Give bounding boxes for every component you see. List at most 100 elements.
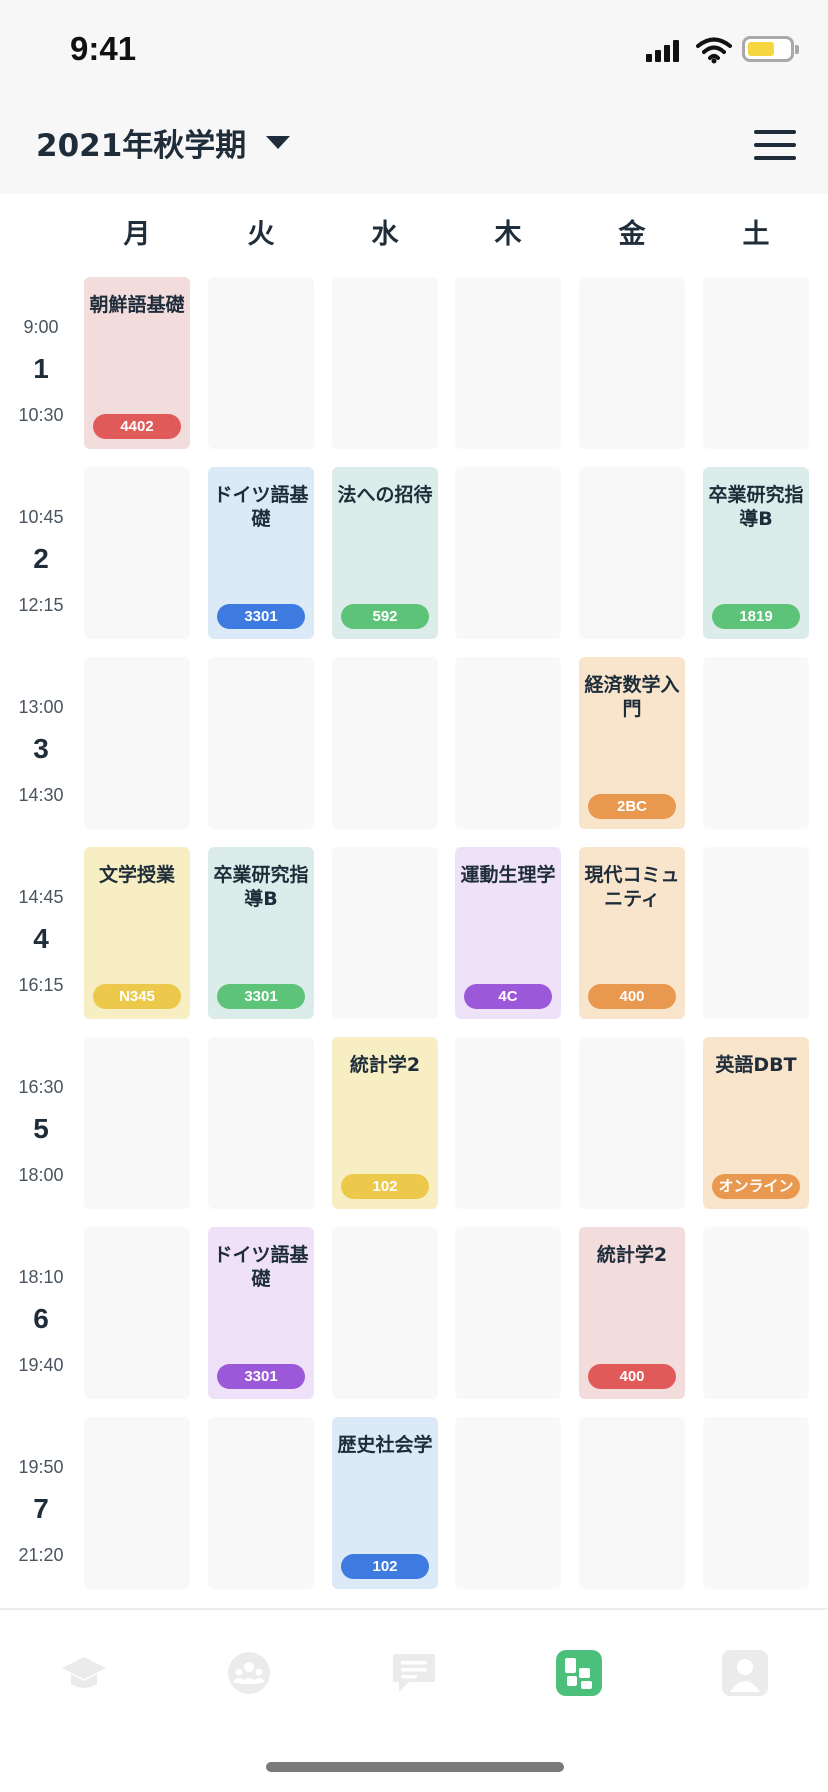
- home-indicator: [266, 1762, 564, 1772]
- period-start-time: 16:30: [18, 1077, 64, 1097]
- graduation-cap-icon[interactable]: [61, 1650, 107, 1696]
- term-selector[interactable]: 2021年秋学期: [36, 119, 291, 165]
- empty-slot[interactable]: [84, 1417, 190, 1589]
- empty-slot[interactable]: [703, 1227, 809, 1399]
- course-card[interactable]: 統計学2 102: [332, 1037, 438, 1209]
- empty-slot[interactable]: [208, 1417, 314, 1589]
- room-badge: 102: [341, 1554, 429, 1579]
- empty-slot[interactable]: [703, 657, 809, 829]
- course-name: 卒業研究指導B: [213, 864, 309, 910]
- room-badge: 2BC: [588, 794, 676, 819]
- empty-slot[interactable]: [455, 1417, 561, 1589]
- room-badge: 4402: [93, 414, 181, 439]
- empty-slot[interactable]: [579, 1037, 685, 1209]
- empty-slot[interactable]: [208, 1037, 314, 1209]
- course-card[interactable]: 朝鮮語基礎 4402: [84, 277, 190, 449]
- course-card[interactable]: 英語DBT オンライン: [703, 1037, 809, 1209]
- period-end-time: 21:20: [18, 1545, 64, 1565]
- course-card[interactable]: ドイツ語基礎 3301: [208, 467, 314, 639]
- course-name: 経済数学入門: [584, 674, 680, 720]
- period-end-time: 10:30: [18, 405, 64, 425]
- day-header: 木: [494, 219, 522, 250]
- room-badge: 3301: [217, 984, 305, 1009]
- period-start-time: 14:45: [18, 887, 64, 907]
- empty-slot[interactable]: [455, 1227, 561, 1399]
- chat-icon[interactable]: [391, 1650, 437, 1696]
- period-number: 6: [33, 1303, 49, 1334]
- course-card[interactable]: 経済数学入門 2BC: [579, 657, 685, 829]
- timetable-icon[interactable]: [556, 1650, 602, 1696]
- empty-slot[interactable]: [84, 1227, 190, 1399]
- room-badge: 1819: [712, 604, 800, 629]
- room-badge: 592: [341, 604, 429, 629]
- menu-icon[interactable]: [754, 130, 796, 160]
- empty-slot[interactable]: [455, 657, 561, 829]
- empty-slot[interactable]: [703, 1417, 809, 1589]
- room-badge: 3301: [217, 1364, 305, 1389]
- empty-slot[interactable]: [579, 1417, 685, 1589]
- course-card[interactable]: 統計学2 400: [579, 1227, 685, 1399]
- empty-slot[interactable]: [84, 1037, 190, 1209]
- period-number: 4: [33, 923, 49, 954]
- day-header: 水: [371, 219, 399, 250]
- empty-slot[interactable]: [703, 277, 809, 449]
- course-name: 統計学2: [596, 1244, 668, 1266]
- course-card[interactable]: 法への招待 592: [332, 467, 438, 639]
- course-name: ドイツ語基礎: [213, 1244, 309, 1290]
- course-name: 文学授業: [98, 864, 175, 886]
- empty-slot[interactable]: [455, 277, 561, 449]
- period-start-time: 10:45: [18, 507, 64, 527]
- room-badge: 102: [341, 1174, 429, 1199]
- day-header: 火: [247, 219, 275, 250]
- period-end-time: 18:00: [18, 1165, 64, 1185]
- period-start-time: 13:00: [18, 697, 64, 717]
- course-name: 法への招待: [337, 484, 433, 506]
- course-name: ドイツ語基礎: [213, 484, 309, 530]
- course-name: 卒業研究指導B: [708, 484, 804, 530]
- period-end-time: 14:30: [18, 785, 64, 805]
- room-badge: 400: [588, 1364, 676, 1389]
- profile-icon[interactable]: [722, 1650, 768, 1696]
- course-name: 現代コミュニティ: [584, 864, 680, 910]
- course-card[interactable]: 卒業研究指導B 1819: [703, 467, 809, 639]
- empty-slot[interactable]: [455, 467, 561, 639]
- day-header: 月: [123, 219, 151, 250]
- course-card[interactable]: 運動生理学 4C: [455, 847, 561, 1019]
- course-name: 朝鮮語基礎: [89, 294, 185, 316]
- empty-slot[interactable]: [332, 657, 438, 829]
- caret-down-icon: [266, 135, 291, 149]
- community-icon[interactable]: [226, 1650, 272, 1696]
- period-number: 2: [33, 543, 49, 574]
- course-card[interactable]: 文学授業 N345: [84, 847, 190, 1019]
- course-card[interactable]: 現代コミュニティ 400: [579, 847, 685, 1019]
- battery-icon: [742, 36, 799, 62]
- empty-slot[interactable]: [208, 277, 314, 449]
- empty-slot[interactable]: [208, 657, 314, 829]
- empty-slot[interactable]: [332, 1227, 438, 1399]
- room-badge: 400: [588, 984, 676, 1009]
- empty-slot[interactable]: [84, 657, 190, 829]
- course-card[interactable]: ドイツ語基礎 3301: [208, 1227, 314, 1399]
- course-card[interactable]: 卒業研究指導B 3301: [208, 847, 314, 1019]
- empty-slot[interactable]: [455, 1037, 561, 1209]
- course-name: 運動生理学: [460, 864, 556, 886]
- course-card[interactable]: 歴史社会学 102: [332, 1417, 438, 1589]
- period-number: 5: [33, 1113, 49, 1144]
- empty-slot[interactable]: [703, 847, 809, 1019]
- period-number: 7: [33, 1493, 49, 1524]
- status-time: 9:41: [70, 30, 137, 67]
- signal-icon: [646, 38, 686, 62]
- course-name: 英語DBT: [715, 1054, 797, 1076]
- empty-slot[interactable]: [332, 847, 438, 1019]
- empty-slot[interactable]: [579, 277, 685, 449]
- empty-slot[interactable]: [332, 277, 438, 449]
- empty-slot[interactable]: [84, 467, 190, 639]
- empty-slot[interactable]: [579, 467, 685, 639]
- period-start-time: 19:50: [18, 1457, 64, 1477]
- course-name: 統計学2: [349, 1054, 421, 1076]
- period-end-time: 16:15: [18, 975, 64, 995]
- header: 2021年秋学期: [0, 100, 828, 194]
- period-end-time: 12:15: [18, 595, 64, 615]
- status-bar: 9:41: [0, 0, 828, 100]
- day-header: 金: [618, 219, 646, 250]
